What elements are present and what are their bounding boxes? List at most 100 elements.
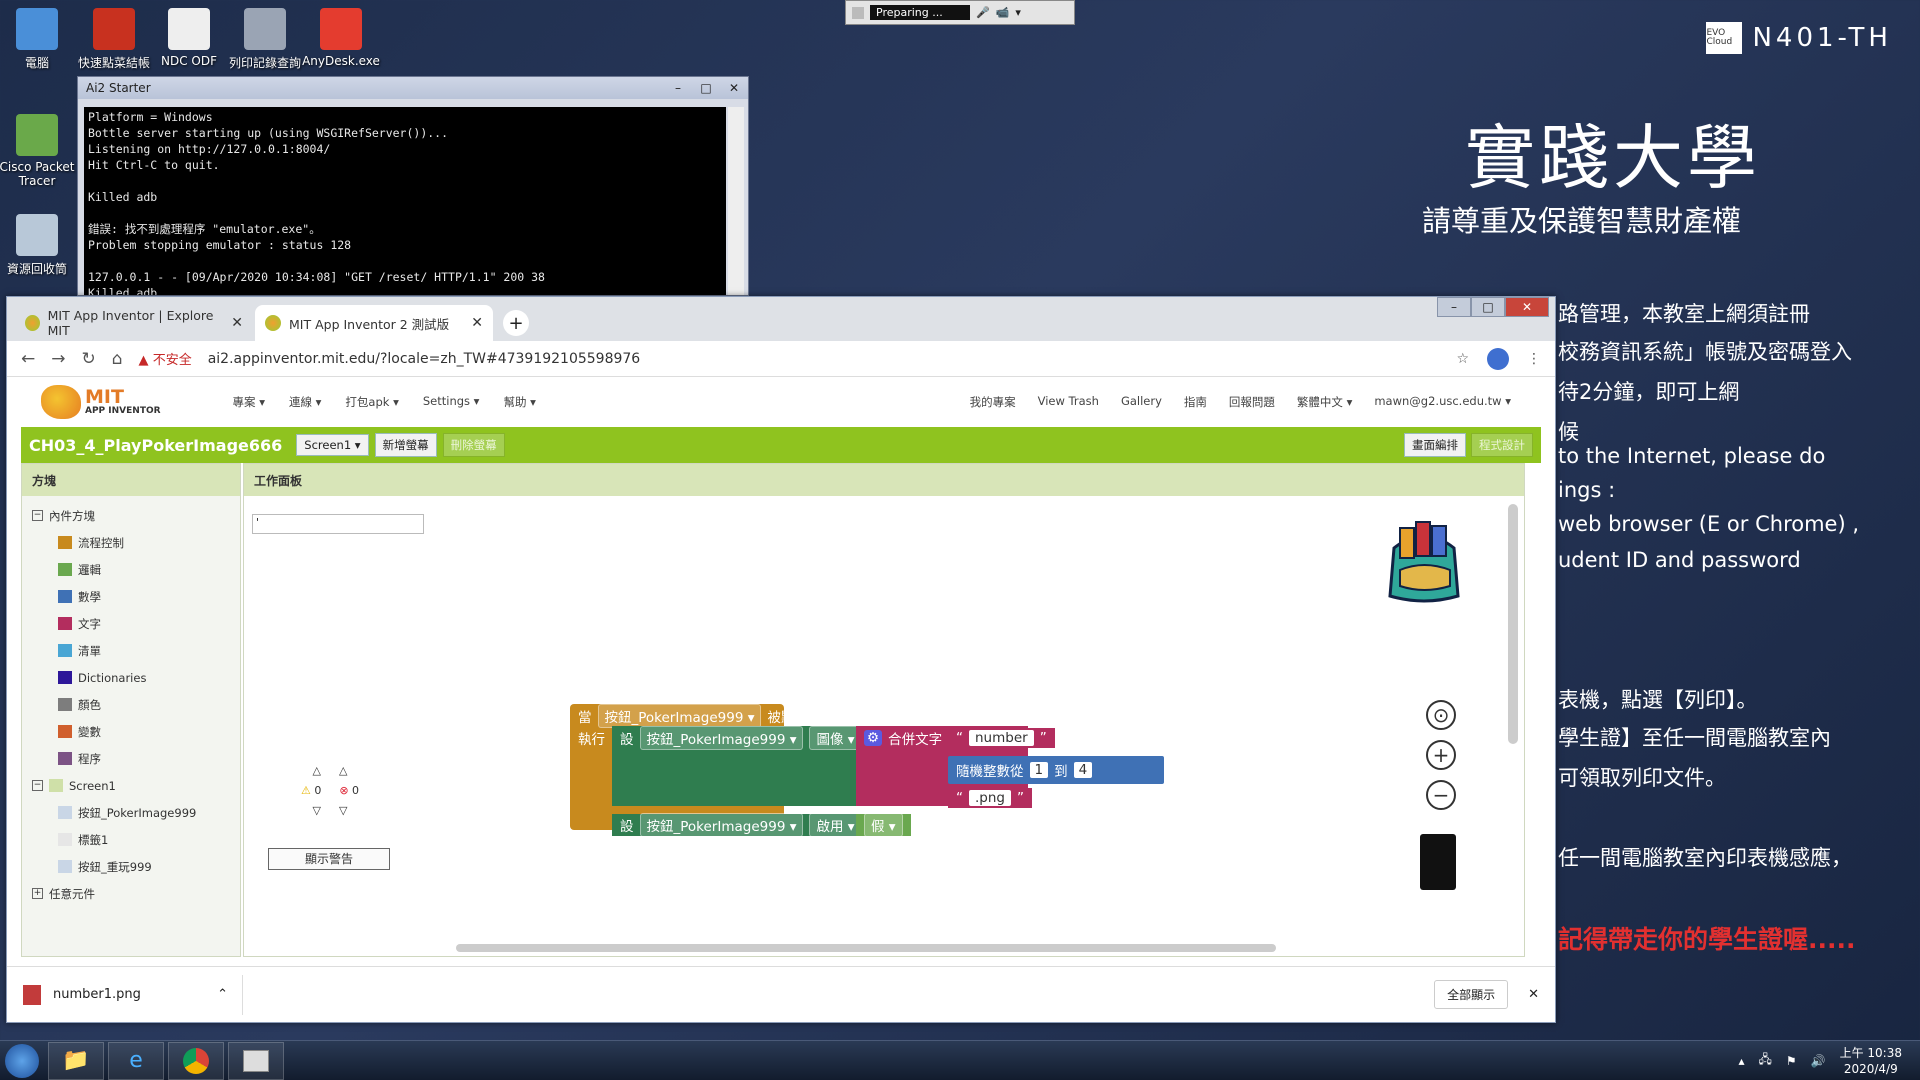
tab-app-inventor[interactable]: MIT App Inventor 2 測試版 ✕ — [255, 305, 493, 341]
blocks-button[interactable]: 程式設計 — [1471, 433, 1533, 457]
builtin-category[interactable]: 流程控制 — [32, 529, 230, 556]
gear-icon[interactable]: ⚙ — [864, 730, 883, 746]
down-arrow-icon[interactable]: ▽ — [313, 804, 321, 817]
minimize-icon[interactable]: – — [1437, 297, 1471, 317]
text-png-value[interactable]: .png — [969, 790, 1011, 806]
recenter-icon[interactable]: ⊙ — [1426, 700, 1456, 730]
desktop-icon-recycle-bin[interactable]: 資源回收筒 — [0, 214, 78, 277]
reload-icon[interactable]: ↻ — [82, 349, 96, 369]
close-tab-icon[interactable]: ✕ — [471, 315, 483, 331]
property-dropdown[interactable]: 圖像 ▾ — [809, 726, 862, 750]
show-warnings-button[interactable]: 顯示警告 — [268, 848, 390, 870]
console-scrollbar[interactable] — [728, 107, 744, 295]
designer-button[interactable]: 畫面編排 — [1404, 433, 1466, 457]
desktop-icon-packet-tracer[interactable]: Cisco Packet Tracer — [0, 114, 78, 188]
tab-explore-mit[interactable]: MIT App Inventor | Explore MIT ✕ — [15, 305, 253, 341]
random-from-value[interactable]: 1 — [1029, 762, 1049, 778]
set-enabled-header[interactable]: 設 按鈕_PokerImage999 ▾ 啟用 ▾ 為 — [612, 813, 889, 837]
taskbar-ie[interactable]: e — [108, 1041, 164, 1080]
gallery-link[interactable]: Gallery — [1121, 394, 1162, 410]
component-dropdown[interactable]: 按鈕_PokerImage999 ▾ — [639, 726, 804, 750]
desktop-icon-ndc-odf[interactable]: NDC ODF — [148, 8, 230, 68]
tree-screen1[interactable]: − Screen1 — [32, 772, 230, 799]
bookmark-star-icon[interactable]: ☆ — [1456, 351, 1469, 367]
builtin-category[interactable]: 顏色 — [32, 691, 230, 718]
url-field[interactable]: ai2.appinventor.mit.edu/?locale=zh_TW#47… — [208, 351, 641, 367]
maximize-icon[interactable]: □ — [1471, 297, 1505, 317]
home-icon[interactable]: ⌂ — [112, 349, 123, 369]
random-to-value[interactable]: 4 — [1073, 762, 1093, 778]
close-tab-icon[interactable]: ✕ — [231, 315, 243, 331]
profile-avatar[interactable] — [1487, 347, 1509, 370]
component-dropdown[interactable]: 按鈕_PokerImage999 ▾ — [597, 704, 762, 728]
microphone-icon[interactable]: 🎤 — [976, 6, 990, 19]
ai2-titlebar[interactable]: Ai2 Starter – □ ✕ — [78, 77, 748, 99]
desktop-icon-anydesk[interactable]: AnyDesk.exe — [300, 8, 382, 68]
down-arrow-icon[interactable]: ▽ — [339, 804, 347, 817]
menu-project[interactable]: 專案 ▾ — [233, 394, 265, 410]
builtin-category[interactable]: 清單 — [32, 637, 230, 664]
text-block[interactable]: “number” — [948, 728, 1055, 748]
account-menu[interactable]: mawn@g2.usc.edu.tw ▾ — [1374, 394, 1511, 410]
workspace-canvas[interactable]: ' 當 按鈕_PokerImage999 ▾ 被點選 執行 設 按鈕_Poker… — [248, 500, 1504, 956]
backpack-icon[interactable] — [1380, 514, 1468, 606]
screen-recorder-bar[interactable]: Preparing ... 🎤 📹 ▾ — [845, 0, 1075, 25]
desktop-icon-print-log[interactable]: 列印記錄查詢 — [224, 8, 306, 71]
download-item[interactable]: number1.png ⌃ — [23, 974, 243, 1015]
zoom-out-icon[interactable]: − — [1426, 780, 1456, 810]
taskbar-chrome[interactable] — [168, 1041, 224, 1080]
screen-select[interactable]: Screen1 ▾ — [296, 434, 369, 456]
component-dropdown[interactable]: 按鈕_PokerImage999 ▾ — [639, 813, 804, 837]
trash-can-icon[interactable] — [1420, 834, 1456, 890]
zoom-in-icon[interactable]: + — [1426, 740, 1456, 770]
chrome-window[interactable]: MIT App Inventor | Explore MIT ✕ MIT App … — [6, 296, 1556, 1023]
text-block[interactable]: “.png” — [948, 788, 1032, 808]
chevron-up-icon[interactable]: ⌃ — [217, 987, 228, 1002]
menu-settings[interactable]: Settings ▾ — [423, 394, 480, 410]
up-arrow-icon[interactable]: △ — [339, 764, 347, 777]
add-screen-button[interactable]: 新增螢幕 — [374, 433, 437, 457]
guide-link[interactable]: 指南 — [1184, 394, 1207, 410]
property-dropdown[interactable]: 啟用 ▾ — [809, 813, 862, 837]
tree-component[interactable]: 標籤1 — [32, 826, 230, 853]
tree-component[interactable]: 按鈕_PokerImage999 — [32, 799, 230, 826]
report-issue-link[interactable]: 回報問題 — [1229, 394, 1275, 410]
view-trash-link[interactable]: View Trash — [1038, 394, 1099, 410]
dropdown-icon[interactable]: ▾ — [1015, 6, 1021, 19]
workspace-search-input[interactable]: ' — [252, 514, 424, 534]
action-center-flag-icon[interactable]: ⚑ — [1786, 1054, 1797, 1068]
back-icon[interactable]: ← — [21, 349, 35, 369]
desktop-icon-computer[interactable]: 電腦 — [0, 8, 78, 71]
event-header[interactable]: 當 按鈕_PokerImage999 ▾ 被點選 — [570, 704, 816, 728]
text-number-value[interactable]: number — [969, 730, 1034, 746]
tree-any-component[interactable]: + 任意元件 — [32, 880, 230, 907]
network-icon[interactable]: 🖧 — [1758, 1050, 1771, 1071]
random-integer-block[interactable]: 隨機整數從 1 到 4 — [948, 756, 1164, 784]
builtin-category[interactable]: 程序 — [32, 745, 230, 772]
maximize-icon[interactable]: □ — [692, 81, 720, 95]
horizontal-scrollbar[interactable] — [456, 944, 1276, 952]
menu-help[interactable]: 幫助 ▾ — [503, 394, 535, 410]
camera-icon[interactable]: 📹 — [996, 6, 1010, 19]
minimize-icon[interactable]: – — [664, 81, 692, 95]
new-tab-button[interactable]: + — [503, 310, 529, 336]
start-button[interactable] — [0, 1041, 44, 1080]
close-icon[interactable]: ✕ — [720, 81, 748, 95]
false-block[interactable]: 假 ▾ — [856, 813, 911, 837]
menu-connect[interactable]: 連線 ▾ — [289, 394, 321, 410]
my-projects-link[interactable]: 我的專案 — [970, 394, 1016, 410]
close-icon[interactable]: ✕ — [1505, 297, 1549, 317]
insecure-warning[interactable]: ▲ 不安全 — [139, 349, 192, 368]
builtin-category[interactable]: Dictionaries — [32, 664, 230, 691]
show-all-downloads-button[interactable]: 全部顯示 — [1434, 980, 1509, 1009]
up-arrow-icon[interactable]: △ — [313, 764, 321, 777]
builtin-category[interactable]: 文字 — [32, 610, 230, 637]
tree-component[interactable]: 按鈕_重玩999 — [32, 853, 230, 880]
appinventor-logo[interactable]: MIT APP INVENTOR — [41, 385, 161, 419]
desktop-icon-pos[interactable]: 快速點菜結帳 — [73, 8, 155, 71]
show-hidden-icons[interactable]: ▴ — [1738, 1054, 1744, 1068]
taskbar-explorer[interactable]: 📁 — [48, 1041, 104, 1080]
ai2-starter-window[interactable]: Ai2 Starter – □ ✕ Platform = Windows Bottle… — [77, 76, 749, 296]
menu-build[interactable]: 打包apk ▾ — [345, 394, 398, 410]
taskbar-console[interactable] — [228, 1041, 284, 1080]
